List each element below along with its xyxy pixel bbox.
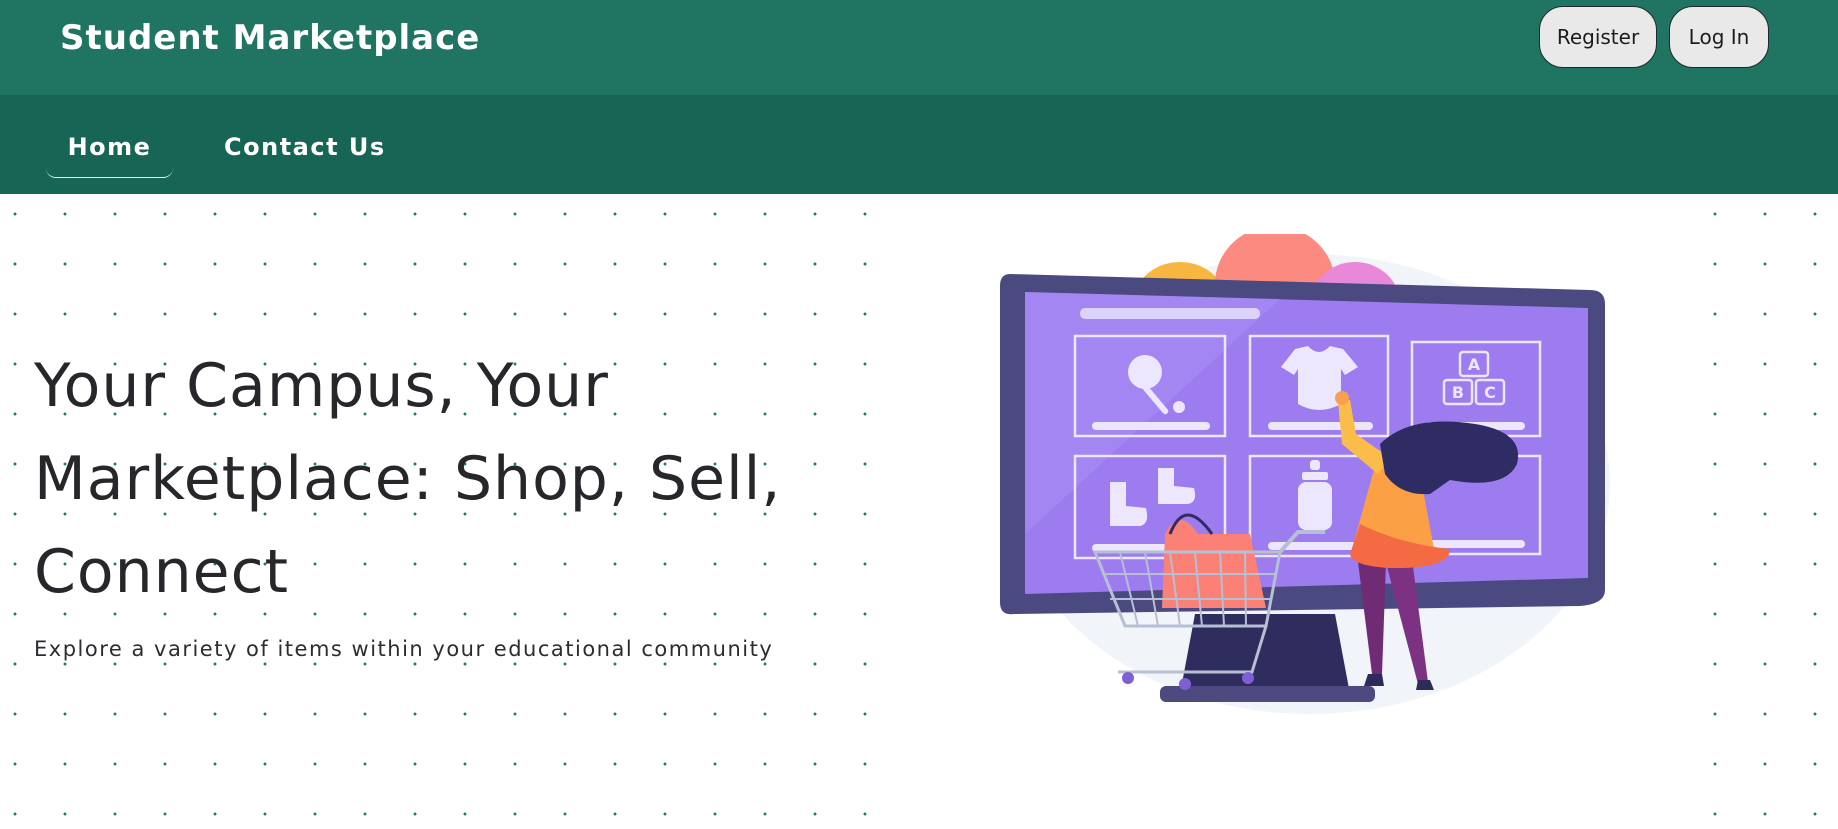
login-button[interactable]: Log In <box>1669 6 1769 68</box>
search-bar <box>1080 308 1260 319</box>
register-button[interactable]: Register <box>1539 6 1657 68</box>
hero-subtitle: Explore a variety of items within your e… <box>34 637 774 661</box>
top-bar: Student Marketplace Register Log In <box>0 0 1838 95</box>
main-nav: Home Contact Us <box>0 95 1838 194</box>
shopping-illustration: A B C <box>1000 234 1610 714</box>
block-letter-a: A <box>1468 355 1481 374</box>
block-letter-c: C <box>1484 383 1496 402</box>
cart-wheel <box>1122 672 1134 684</box>
nav-home-link[interactable]: Home <box>46 125 173 178</box>
nav-contact-link[interactable]: Contact Us <box>224 125 386 169</box>
hero-section: Your Campus, Your Marketplace: Shop, Sel… <box>0 194 1838 829</box>
site-brand[interactable]: Student Marketplace <box>60 16 480 60</box>
block-letter-b: B <box>1452 383 1464 402</box>
monitor-base <box>1160 686 1375 702</box>
hero-headline: Your Campus, Your Marketplace: Shop, Sel… <box>34 351 782 607</box>
